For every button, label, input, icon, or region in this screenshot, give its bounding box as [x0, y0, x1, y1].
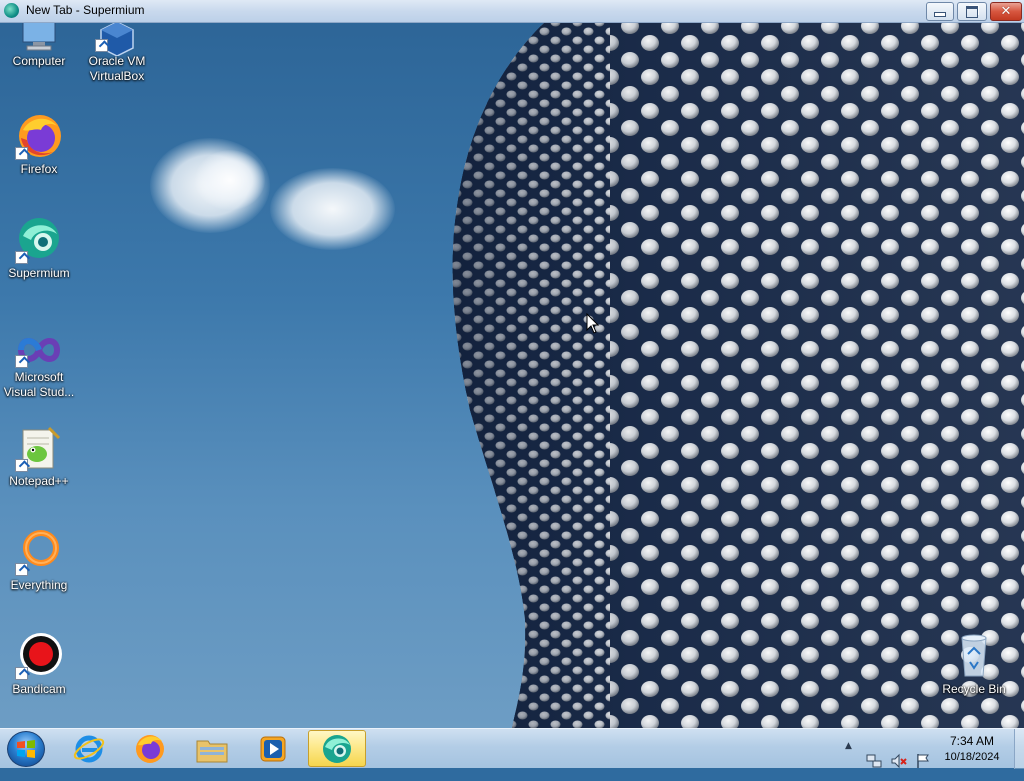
close-icon: ✕	[1000, 4, 1012, 19]
desktop-icon-label: Bandicam	[12, 682, 66, 696]
desktop-icon-bandicam[interactable]: Bandicam	[1, 632, 77, 697]
desktop-icon-label: Oracle VM VirtualBox	[88, 54, 146, 83]
supermium-icon	[4, 3, 19, 18]
supermium-icon	[323, 734, 351, 763]
desktop-icon-label: Firefox	[20, 162, 58, 176]
virtualbox-icon	[93, 21, 141, 57]
desktop-icon-label: Computer	[12, 54, 66, 68]
desktop-icon-firefox[interactable]: Firefox	[1, 112, 77, 177]
volume-muted-icon[interactable]	[891, 741, 907, 781]
shortcut-arrow-icon	[15, 355, 28, 368]
firefox-icon	[15, 112, 63, 160]
computer-icon	[15, 21, 63, 52]
desktop-icon-label: Microsoft Visual Stud...	[3, 370, 75, 399]
restore-icon	[966, 5, 978, 18]
desktop-icon-virtualbox[interactable]: Oracle VM VirtualBox	[79, 21, 155, 84]
windows-start-icon	[17, 740, 35, 758]
shortcut-arrow-icon	[15, 147, 28, 160]
notepadpp-icon	[15, 424, 63, 472]
taskbar-file-explorer[interactable]	[183, 730, 241, 767]
desktop-icon-label: Recycle Bin	[942, 682, 1006, 696]
recycle-bin-icon	[950, 632, 998, 680]
start-button[interactable]	[7, 731, 45, 767]
shortcut-arrow-icon	[15, 667, 28, 680]
shortcut-arrow-icon	[95, 39, 108, 52]
shortcut-arrow-icon	[15, 563, 28, 576]
clock-date: 10/18/2024	[944, 751, 1000, 763]
action-center-flag-icon[interactable]	[915, 741, 931, 781]
minimize-button[interactable]	[926, 2, 954, 21]
desktop-icon-label: Everything	[10, 578, 68, 592]
minimize-icon	[934, 12, 946, 17]
maximize-button[interactable]	[957, 2, 987, 21]
file-explorer-icon	[196, 740, 228, 762]
firefox-icon	[136, 734, 164, 763]
supermium-icon	[15, 216, 63, 264]
desktop-icon-notepadpp[interactable]: Notepad++	[1, 424, 77, 489]
mouse-cursor-icon	[586, 313, 600, 334]
window-title-bar[interactable]: New Tab - Supermium ✕	[0, 0, 1024, 23]
media-player-icon	[260, 736, 286, 761]
desktop	[0, 0, 1024, 728]
taskbar-supermium[interactable]	[308, 730, 366, 767]
desktop-icon-supermium[interactable]: Supermium	[1, 216, 77, 281]
show-desktop-button[interactable]	[1014, 729, 1024, 769]
desktop-icon-visual-studio[interactable]: Microsoft Visual Stud...	[1, 330, 77, 400]
taskbar: ▲ 7:34 AM 10/18/2024	[0, 728, 1024, 769]
tray-overflow-button[interactable]: ▲	[845, 741, 852, 751]
desktop-icon-everything[interactable]: Everything	[1, 528, 77, 593]
shortcut-arrow-icon	[15, 251, 28, 264]
desktop-icon-label: Supermium	[8, 266, 70, 280]
desktop-icon-label: Notepad++	[9, 474, 69, 488]
everything-icon	[15, 528, 63, 576]
shortcut-arrow-icon	[15, 459, 28, 472]
bandicam-icon	[15, 632, 63, 680]
network-icon[interactable]	[866, 741, 882, 781]
close-button[interactable]: ✕	[990, 2, 1022, 21]
clock-time: 7:34 AM	[949, 734, 995, 748]
window-title: New Tab - Supermium	[26, 3, 145, 17]
wallpaper-building	[452, 22, 1024, 728]
visual-studio-icon	[15, 330, 63, 368]
taskbar-firefox[interactable]	[121, 730, 179, 767]
internet-explorer-icon	[73, 735, 105, 762]
taskbar-media-player[interactable]	[244, 730, 302, 767]
desktop-icon-computer[interactable]: Computer	[1, 21, 77, 69]
taskbar-clock[interactable]: 7:34 AM 10/18/2024	[930, 733, 1014, 765]
desktop-icon-recycle-bin[interactable]: Recycle Bin	[936, 632, 1012, 697]
taskbar-internet-explorer[interactable]	[60, 730, 118, 767]
